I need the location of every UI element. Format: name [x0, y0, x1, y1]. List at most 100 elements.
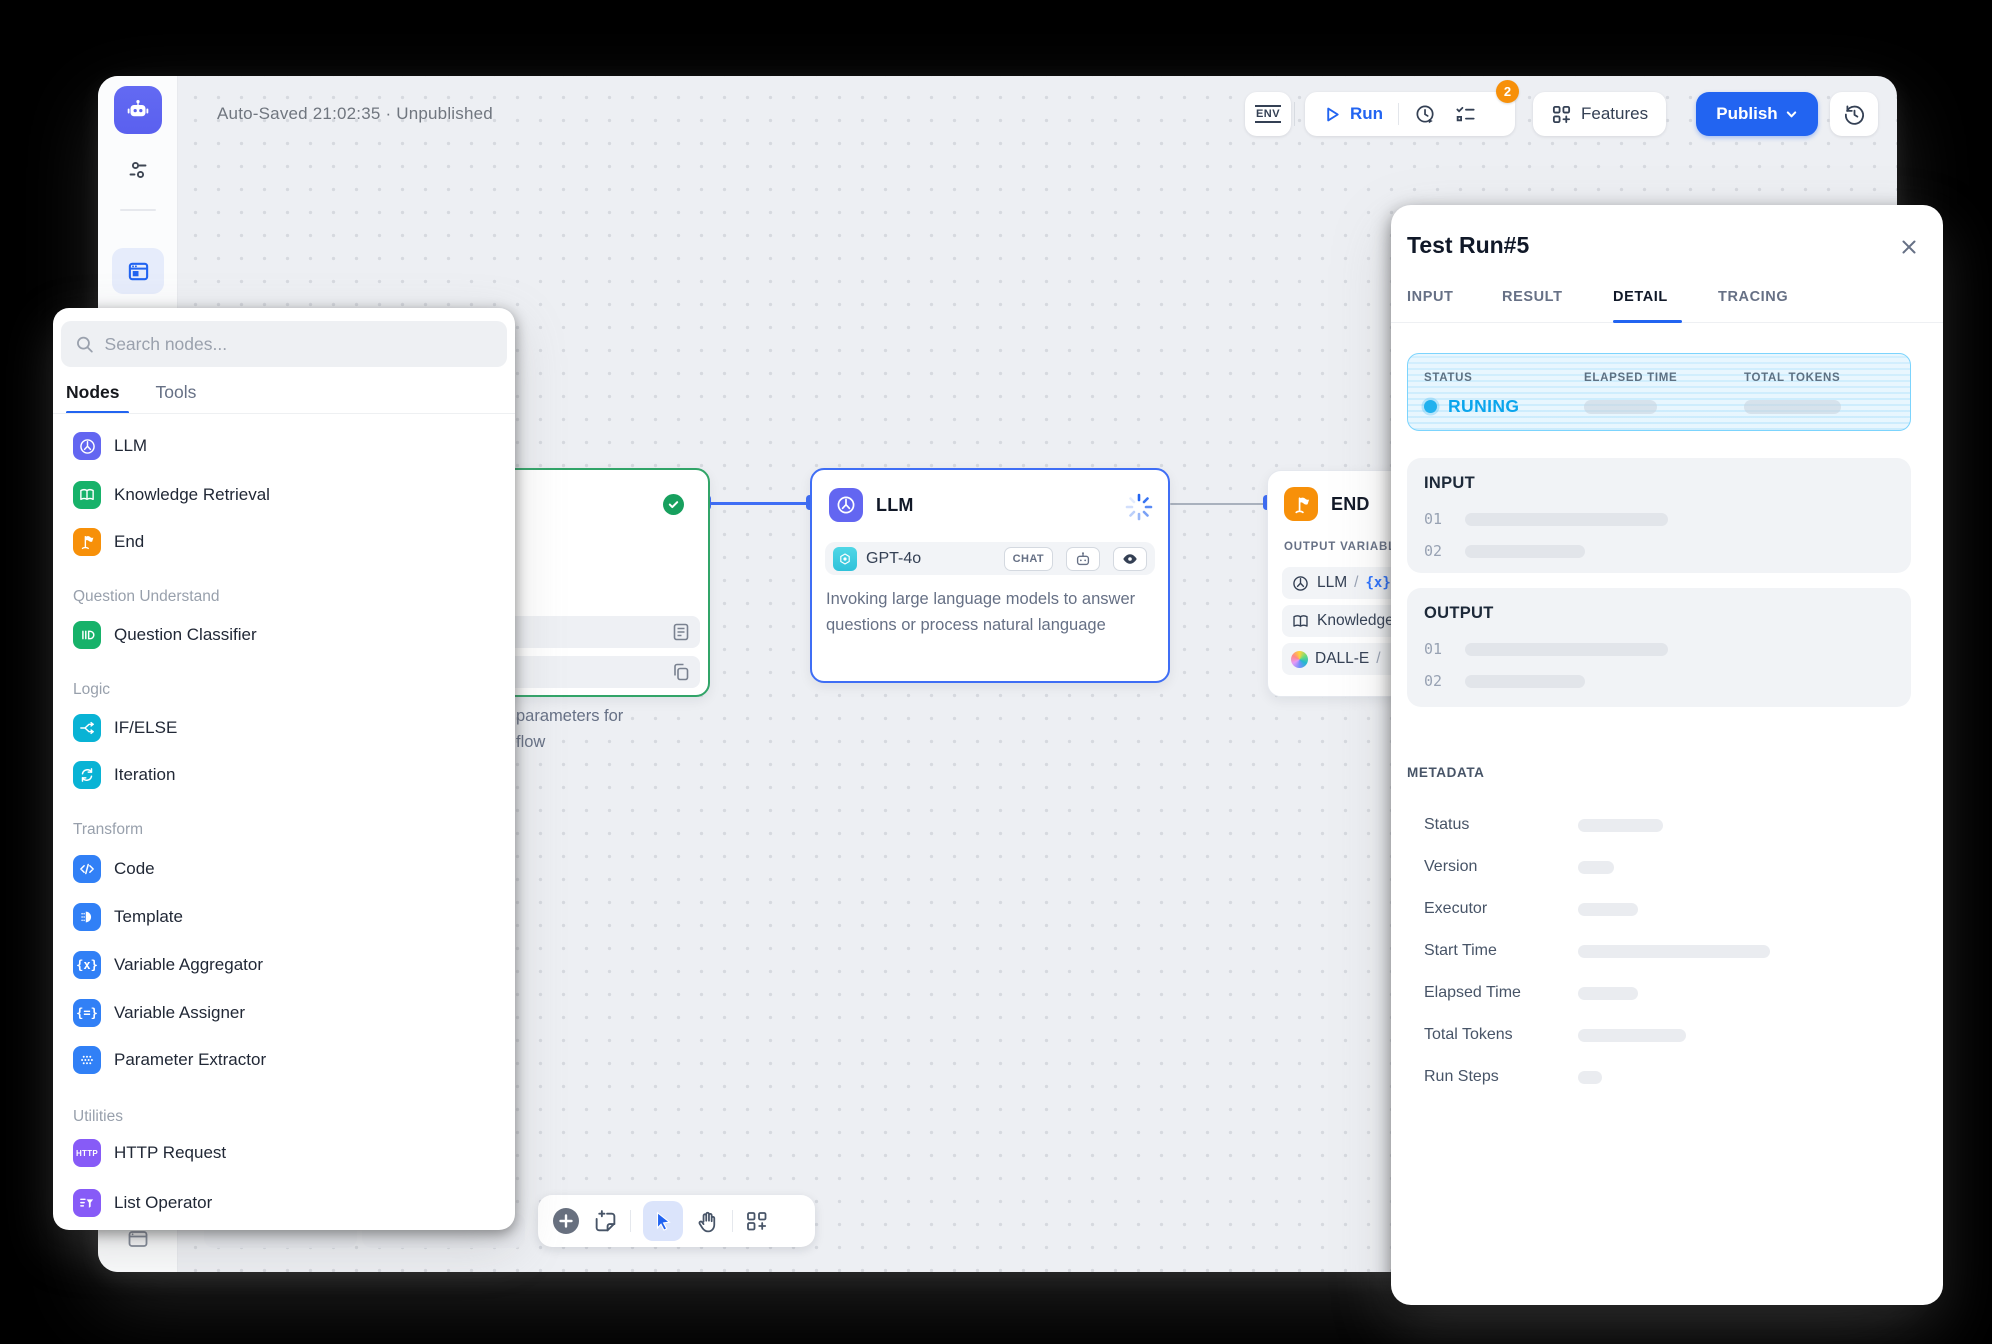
document-icon — [671, 622, 691, 642]
variable-aggregator-icon: {x} — [73, 951, 101, 979]
classifier-icon — [73, 621, 101, 649]
version-history-button[interactable] — [1830, 92, 1878, 136]
node-item-end[interactable]: End — [53, 522, 515, 562]
end-node-icon — [1284, 487, 1318, 521]
eye-icon — [1121, 550, 1139, 568]
toolbar-divider — [1398, 103, 1399, 125]
metadata-row: Status — [1424, 815, 1911, 835]
checklist-icon[interactable] — [1454, 103, 1477, 126]
autosave-status: Auto-Saved 21:02:35 · Unpublished — [217, 104, 493, 124]
input-card: INPUT 01 02 — [1407, 458, 1911, 573]
search-icon — [75, 334, 95, 355]
llm-node[interactable]: LLM GPT-4o CHAT Invoking la — [810, 468, 1170, 683]
metadata-row: Elapsed Time — [1424, 983, 1911, 1003]
active-tab-underline — [1613, 320, 1682, 323]
node-item-variable-assigner[interactable]: {=} Variable Assigner — [53, 993, 515, 1033]
chat-capability-badge: CHAT — [1004, 547, 1053, 571]
edge-llm-to-end — [1170, 503, 1267, 505]
publish-button[interactable]: Publish — [1696, 92, 1818, 136]
add-note-button[interactable] — [593, 1209, 618, 1234]
metadata-row: Run Steps — [1424, 1067, 1911, 1087]
skeleton-line: 01 — [1424, 640, 1894, 658]
publish-label: Publish — [1716, 104, 1777, 124]
node-item-if-else[interactable]: IF/ELSE — [53, 708, 515, 748]
hand-tool-button[interactable] — [695, 1209, 720, 1234]
run-status-card: STATUS ELAPSED TIME TOTAL TOKENS RUNING — [1407, 353, 1911, 431]
sidebar-divider — [120, 209, 156, 211]
node-item-iteration[interactable]: Iteration — [53, 755, 515, 795]
node-item-knowledge-retrieval[interactable]: Knowledge Retrieval — [53, 475, 515, 515]
edge-start-to-llm — [710, 502, 810, 505]
start-field-skeleton — [490, 616, 700, 648]
tab-result[interactable]: RESULT — [1502, 289, 1613, 305]
close-button[interactable] — [1897, 235, 1921, 259]
dalle-icon — [1291, 651, 1308, 668]
running-status-value: RUNING — [1448, 396, 1519, 417]
metadata-row: Start Time — [1424, 941, 1911, 961]
http-request-icon: HTTP — [73, 1139, 101, 1167]
tab-input[interactable]: INPUT — [1407, 289, 1502, 305]
agent-capability-badge — [1066, 547, 1100, 571]
metadata-title: METADATA — [1407, 765, 1485, 780]
node-item-list-operator[interactable]: List Operator — [53, 1183, 515, 1223]
search-box[interactable] — [61, 321, 507, 367]
node-item-variable-aggregator[interactable]: {x} Variable Aggregator — [53, 945, 515, 985]
play-icon[interactable] — [1323, 105, 1342, 124]
preview-panel-button[interactable] — [112, 248, 164, 294]
panel-title: Test Run#5 — [1407, 232, 1529, 259]
code-icon — [73, 855, 101, 883]
node-item-template[interactable]: Template — [53, 897, 515, 937]
llm-node-title: LLM — [876, 495, 914, 516]
run-history-icon[interactable] — [1414, 103, 1437, 126]
start-node-description-line: flow — [516, 733, 545, 752]
node-item-question-classifier[interactable]: Question Classifier — [53, 615, 515, 655]
node-item-llm[interactable]: LLM — [53, 426, 515, 466]
search-input[interactable] — [105, 334, 493, 355]
llm-node-icon — [829, 488, 863, 522]
total-tokens-label: TOTAL TOKENS — [1744, 372, 1840, 384]
if-else-icon — [73, 714, 101, 742]
status-label: STATUS — [1424, 372, 1473, 384]
features-label: Features — [1581, 104, 1648, 124]
section-transform: Transform — [73, 821, 143, 839]
end-node-title: END — [1331, 494, 1370, 515]
llm-mini-icon — [1291, 574, 1310, 593]
tab-tracing[interactable]: TRACING — [1718, 289, 1788, 305]
elapsed-time-label: ELAPSED TIME — [1584, 372, 1677, 384]
features-button[interactable]: Features — [1533, 92, 1666, 136]
window-outline-icon — [126, 1227, 150, 1251]
elapsed-skeleton — [1584, 400, 1657, 414]
add-node-button[interactable] — [551, 1206, 581, 1236]
app-logo[interactable] — [114, 86, 162, 134]
pointer-tool-active[interactable] — [643, 1201, 683, 1241]
metadata-row: Total Tokens — [1424, 1025, 1911, 1045]
tab-nodes[interactable]: Nodes — [66, 382, 119, 403]
run-button[interactable]: Run — [1350, 104, 1383, 124]
notification-badge: 2 — [1496, 80, 1519, 103]
node-search-panel: Nodes Tools LLM Knowledge Retrieval End … — [53, 308, 515, 1230]
history-icon — [1843, 103, 1866, 126]
skeleton-line: 02 — [1424, 542, 1894, 560]
node-item-code[interactable]: Code — [53, 849, 515, 889]
model-selector[interactable]: GPT-4o CHAT — [825, 542, 1155, 575]
screenshot-root: parameters for flow LLM GPT-4o C — [0, 0, 1992, 1344]
test-run-panel: Test Run#5 INPUT RESULT DETAIL TRACING S… — [1391, 205, 1943, 1305]
iteration-icon — [73, 761, 101, 789]
tab-tools[interactable]: Tools — [155, 382, 196, 403]
running-status-dot — [1424, 400, 1437, 413]
env-button[interactable]: ENV — [1245, 92, 1291, 136]
variable-assigner-icon: {=} — [73, 999, 101, 1027]
env-label: ENV — [1255, 105, 1281, 123]
workflow-settings-button[interactable] — [126, 158, 150, 182]
grid-plus-icon — [1551, 104, 1572, 125]
organize-layout-button[interactable] — [745, 1209, 769, 1233]
node-item-http-request[interactable]: HTTP HTTP Request — [53, 1133, 515, 1173]
robot-logo-icon — [123, 95, 153, 125]
tokens-skeleton — [1744, 400, 1841, 414]
tab-detail[interactable]: DETAIL — [1613, 289, 1718, 305]
start-field-skeleton — [490, 656, 700, 688]
section-logic: Logic — [73, 681, 110, 699]
run-toolbar: Run 2 — [1305, 92, 1515, 136]
node-item-parameter-extractor[interactable]: Parameter Extractor — [53, 1040, 515, 1080]
copy-icon — [671, 662, 691, 682]
